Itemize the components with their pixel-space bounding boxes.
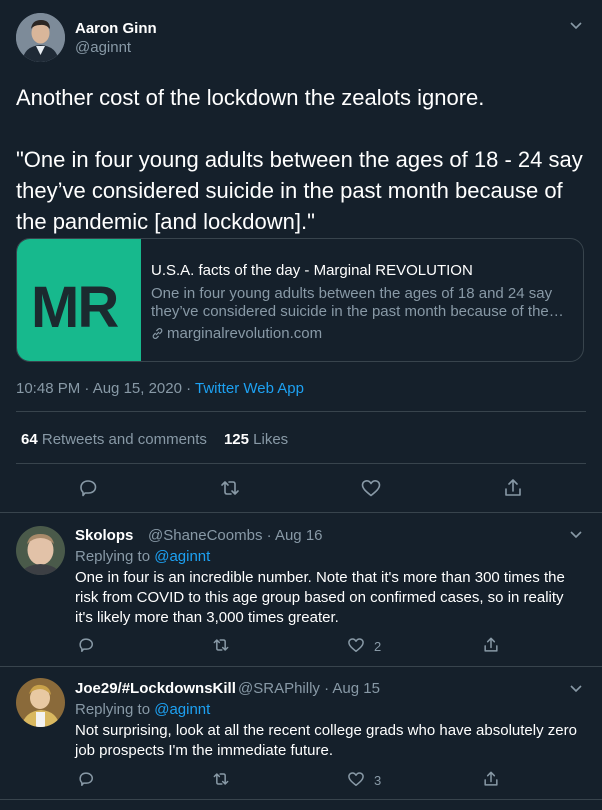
avatar[interactable] xyxy=(16,526,65,575)
reply-text: One in four is an incredible number. Not… xyxy=(75,569,565,626)
reply-icon[interactable] xyxy=(76,476,100,500)
card-domain: marginalrevolution.com xyxy=(151,325,322,342)
reply-handle-date[interactable]: @SRAPhilly · Aug 15 xyxy=(238,680,380,697)
replying-to: Replying to @aginnt xyxy=(75,701,211,718)
replying-to: Replying to @aginnt xyxy=(75,548,211,565)
reply-tweet[interactable]: Joe29/#LockdownsKill @SRAPhilly · Aug 15… xyxy=(0,668,602,800)
retweets-stat[interactable]: 64 Retweets and comments xyxy=(21,431,207,448)
chevron-down-icon[interactable] xyxy=(566,524,586,544)
main-tweet: Aaron Ginn @aginnt Another cost of the l… xyxy=(0,0,602,513)
heart-icon[interactable] xyxy=(346,769,366,789)
retweet-icon[interactable] xyxy=(218,476,242,500)
author-name[interactable]: Aaron Ginn xyxy=(75,20,157,37)
avatar[interactable] xyxy=(16,678,65,727)
link-icon xyxy=(152,328,163,339)
card-thumbnail: MR xyxy=(17,239,141,361)
card-logo: MR xyxy=(31,275,118,340)
share-icon[interactable] xyxy=(481,769,501,789)
reply-text: Not surprising, look at all the recent c… xyxy=(75,722,577,759)
author-handle[interactable]: @aginnt xyxy=(75,39,131,56)
like-count: 3 xyxy=(374,773,382,788)
divider xyxy=(16,411,586,412)
divider xyxy=(16,463,586,464)
share-icon[interactable] xyxy=(501,476,525,500)
reply-tweet[interactable]: Skolops @ShaneCoombs · Aug 16 Replying t… xyxy=(0,514,602,667)
mention-link[interactable]: @aginnt xyxy=(154,548,210,565)
source-app[interactable]: Twitter Web App xyxy=(195,380,304,397)
card-title: U.S.A. facts of the day - Marginal REVOL… xyxy=(151,262,473,279)
mention-link[interactable]: @aginnt xyxy=(154,701,210,718)
card-description: One in four young adults between the age… xyxy=(151,285,565,320)
retweet-icon[interactable] xyxy=(211,635,231,655)
link-card[interactable]: MR U.S.A. facts of the day - Marginal RE… xyxy=(16,238,584,362)
tweet-text: Another cost of the lockdown the zealots… xyxy=(16,85,583,234)
avatar[interactable] xyxy=(16,13,65,62)
likes-stat[interactable]: 125 Likes xyxy=(224,431,288,448)
reply-author-name[interactable]: Skolops xyxy=(75,527,133,544)
reply-icon[interactable] xyxy=(76,769,96,789)
heart-icon[interactable] xyxy=(359,476,383,500)
heart-icon[interactable] xyxy=(346,635,366,655)
reply-author-name[interactable]: Joe29/#LockdownsKill xyxy=(75,680,236,697)
tweet-meta: 10:48 PM · Aug 15, 2020 · Twitter Web Ap… xyxy=(16,380,304,397)
engagement-stats: 64 Retweets and comments 125 Likes xyxy=(21,431,288,448)
like-count: 2 xyxy=(374,639,382,654)
retweet-icon[interactable] xyxy=(211,769,231,789)
chevron-down-icon[interactable] xyxy=(566,678,586,698)
chevron-down-icon[interactable] xyxy=(566,15,586,35)
share-icon[interactable] xyxy=(481,635,501,655)
timestamp[interactable]: 10:48 PM · Aug 15, 2020 · xyxy=(16,380,195,397)
reply-icon[interactable] xyxy=(76,635,96,655)
reply-handle-date[interactable]: @ShaneCoombs · Aug 16 xyxy=(148,527,323,544)
